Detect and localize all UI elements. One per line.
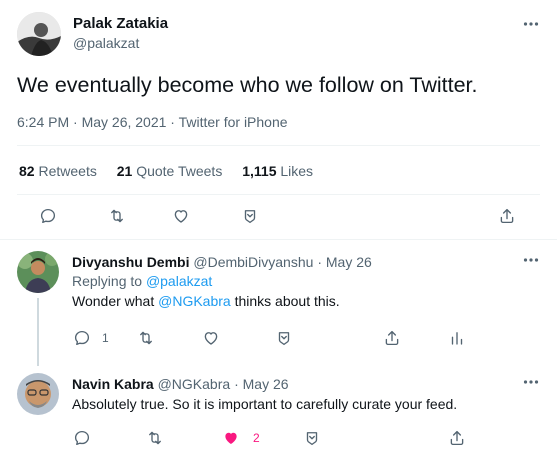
reply-button[interactable]	[39, 207, 57, 225]
reply-date[interactable]: · May 26	[234, 376, 288, 392]
tweet-timestamp[interactable]: 6:24 PM · May 26, 2021 · Twitter for iPh…	[17, 114, 288, 130]
divider	[17, 145, 540, 146]
retweet-button[interactable]	[137, 329, 155, 347]
reply-button[interactable]: 1	[73, 329, 109, 347]
reply-date[interactable]: · May 26	[317, 254, 371, 270]
share-button[interactable]	[448, 429, 466, 447]
retweet-icon	[111, 209, 123, 223]
retweets-count: 82	[19, 163, 35, 179]
retweet-button[interactable]	[146, 429, 164, 447]
replying-to-label: Replying to	[72, 273, 143, 289]
author-name[interactable]: Palak Zatakia	[73, 15, 168, 32]
divider	[0, 239, 557, 240]
reply-button[interactable]	[73, 429, 91, 447]
share-icon	[385, 330, 399, 346]
share-icon	[500, 208, 514, 224]
share-button[interactable]	[383, 329, 401, 347]
avatar-photo	[17, 12, 61, 56]
reply-header: Navin Kabra @NGKabra · May 26	[72, 376, 289, 392]
save-button[interactable]	[241, 207, 259, 225]
tweet-stats: 82 Retweets 21 Quote Tweets 1,115 Likes	[19, 163, 313, 179]
reply-header: Divyanshu Dembi @DembiDivyanshu · May 26	[72, 254, 372, 270]
likes-count: 1,115	[242, 163, 277, 179]
reply-author-name[interactable]: Navin Kabra	[72, 376, 154, 392]
thread-line	[37, 298, 39, 366]
save-icon	[244, 210, 256, 224]
reply-avatar[interactable]	[17, 373, 59, 415]
reply-icon	[40, 208, 56, 224]
likes-stat[interactable]: 1,115 Likes	[242, 163, 313, 179]
avatar-photo	[17, 373, 59, 415]
save-button[interactable]	[275, 329, 293, 347]
reply-author-name[interactable]: Divyanshu Dembi	[72, 254, 189, 270]
like-icon	[204, 332, 218, 345]
reply-author-handle[interactable]: @NGKabra	[158, 376, 231, 392]
share-icon	[450, 430, 464, 446]
more-options-icon[interactable]	[523, 21, 539, 27]
likes-label: Likes	[280, 163, 314, 179]
like-icon	[174, 210, 188, 223]
save-icon	[278, 332, 290, 346]
like-button[interactable]	[202, 329, 220, 347]
analytics-icon	[451, 332, 463, 345]
replying-to-handle[interactable]: @palakzat	[146, 273, 212, 289]
retweet-button[interactable]	[108, 207, 126, 225]
save-icon	[306, 432, 318, 446]
quote-tweets-stat[interactable]: 21 Quote Tweets	[117, 163, 227, 179]
analytics-button[interactable]	[448, 329, 466, 347]
reply-text: Absolutely true. So it is important to c…	[72, 396, 458, 412]
quote-tweets-count: 21	[116, 163, 133, 179]
more-options-icon[interactable]	[523, 257, 539, 263]
reply-icon	[74, 430, 90, 446]
mention-link[interactable]: @NGKabra	[158, 293, 231, 309]
save-button[interactable]	[303, 429, 321, 447]
reply-text-part: Wonder what	[72, 293, 159, 309]
like-count: 2	[253, 431, 260, 445]
reply-text-part: thinks about this.	[230, 293, 340, 309]
retweet-icon	[140, 331, 152, 345]
share-button[interactable]	[498, 207, 516, 225]
retweets-stat[interactable]: 82 Retweets	[19, 163, 101, 179]
author-avatar[interactable]	[17, 12, 61, 56]
reply-avatar[interactable]	[17, 251, 59, 293]
author-handle[interactable]: @palakzat	[73, 35, 139, 51]
reply-author-handle[interactable]: @DembiDivyanshu	[193, 254, 313, 270]
replying-to: Replying to @palakzat	[72, 273, 212, 289]
divider	[17, 194, 540, 195]
like-button[interactable]: 2	[222, 429, 260, 447]
retweet-icon	[149, 431, 161, 445]
like-button[interactable]	[172, 207, 190, 225]
like-icon-filled	[225, 432, 237, 444]
avatar-photo	[17, 251, 59, 293]
more-options-icon[interactable]	[523, 379, 539, 385]
tweet-text: We eventually become who we follow on Tw…	[17, 73, 478, 97]
reply-icon	[74, 330, 90, 346]
retweets-label: Retweets	[38, 163, 97, 179]
quote-tweets-label: Quote Tweets	[136, 163, 223, 179]
reply-count: 1	[102, 331, 109, 345]
reply-text: Wonder what @NGKabra thinks about this.	[72, 293, 340, 309]
